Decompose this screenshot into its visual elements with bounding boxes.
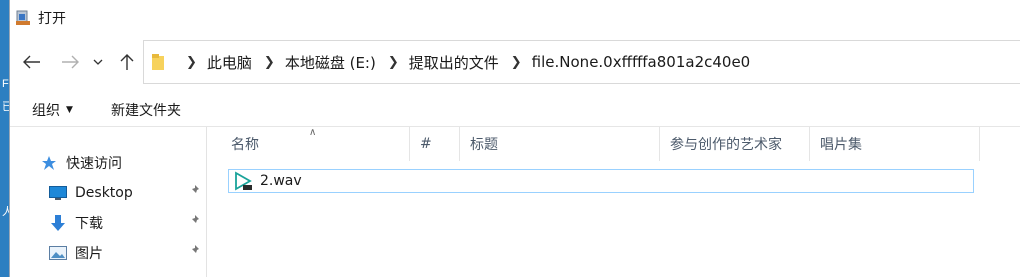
file-list: ∧ 名称 # 标题 参与创作的艺术家 唱片集 2.wav <box>207 127 1020 277</box>
nav-item-desktop[interactable]: Desktop <box>49 180 201 206</box>
pin-icon[interactable] <box>189 185 201 201</box>
breadcrumb-item[interactable]: 此电脑 <box>207 52 252 73</box>
nav-label: Desktop <box>75 185 133 201</box>
pin-icon[interactable] <box>189 245 201 261</box>
download-icon <box>49 215 67 231</box>
column-label: 参与创作的艺术家 <box>670 137 782 153</box>
chevron-right-icon[interactable]: ❯ <box>388 55 399 70</box>
column-header-name[interactable]: 名称 <box>221 127 410 161</box>
organize-label: 组织 <box>32 103 60 119</box>
arrow-up-icon <box>120 54 134 70</box>
column-header-album[interactable]: 唱片集 <box>810 127 980 161</box>
breadcrumb-item[interactable]: 本地磁盘 (E:) <box>285 52 376 73</box>
column-label: 标题 <box>470 137 498 153</box>
column-label: 名称 <box>231 137 259 153</box>
forward-button[interactable] <box>58 50 82 74</box>
file-row[interactable]: 2.wav <box>228 169 974 193</box>
file-name: 2.wav <box>260 173 302 189</box>
command-bar: 组织 ▼ 新建文件夹 <box>10 90 1020 128</box>
organize-button[interactable]: 组织 ▼ <box>32 100 73 120</box>
back-button[interactable] <box>20 50 44 74</box>
pictures-icon <box>49 245 67 261</box>
chevron-down-icon <box>93 59 103 65</box>
desktop-icon <box>49 185 67 201</box>
chevron-right-icon[interactable]: ❯ <box>264 55 275 70</box>
pin-icon[interactable] <box>189 215 201 231</box>
breadcrumb: ❯ 此电脑 ❯ 本地磁盘 (E:) ❯ 提取出的文件 ❯ file.None.0… <box>174 52 750 73</box>
breadcrumb-item[interactable]: 提取出的文件 <box>409 52 499 73</box>
nav-label: 图片 <box>75 246 103 262</box>
column-label: # <box>420 136 432 152</box>
new-folder-button[interactable]: 新建文件夹 <box>111 100 181 120</box>
breadcrumb-item[interactable]: file.None.0xfffffa801a2c40e0 <box>532 53 751 71</box>
audio-file-icon <box>235 171 252 191</box>
nav-item-downloads[interactable]: 下载 <box>49 210 201 236</box>
column-header-number[interactable]: # <box>410 127 460 161</box>
caret-down-icon: ▼ <box>66 105 73 115</box>
chevron-right-icon[interactable]: ❯ <box>511 55 522 70</box>
open-dialog: 打开 ❯ 此电脑 ❯ 本地磁盘 (E:) ❯ 提取出的文件 ❯ file.Non… <box>9 0 1020 277</box>
up-button[interactable] <box>115 50 139 74</box>
navigation-pane: 快速访问 Desktop 下载 图片 <box>10 127 207 277</box>
column-header-title[interactable]: 标题 <box>460 127 660 161</box>
star-icon <box>40 155 58 171</box>
navigation-bar: ❯ 此电脑 ❯ 本地磁盘 (E:) ❯ 提取出的文件 ❯ file.None.0… <box>10 40 1020 84</box>
nav-label: 下载 <box>75 216 103 232</box>
app-icon <box>16 10 30 25</box>
chevron-right-icon[interactable]: ❯ <box>186 55 197 70</box>
column-label: 唱片集 <box>820 137 862 153</box>
nav-item-pictures[interactable]: 图片 <box>49 240 201 266</box>
title-bar[interactable]: 打开 <box>10 0 1020 36</box>
recent-locations-button[interactable] <box>90 50 106 74</box>
nav-quick-access[interactable]: 快速访问 <box>40 150 122 176</box>
address-bar[interactable]: ❯ 此电脑 ❯ 本地磁盘 (E:) ❯ 提取出的文件 ❯ file.None.0… <box>143 40 1020 84</box>
arrow-right-icon <box>62 55 79 69</box>
new-folder-label: 新建文件夹 <box>111 103 181 119</box>
arrow-left-icon <box>23 55 40 69</box>
nav-label: 快速访问 <box>66 156 122 172</box>
background-text: F <box>2 78 9 90</box>
column-header-artists[interactable]: 参与创作的艺术家 <box>660 127 810 161</box>
window-title: 打开 <box>38 11 66 27</box>
folder-icon <box>152 54 164 70</box>
